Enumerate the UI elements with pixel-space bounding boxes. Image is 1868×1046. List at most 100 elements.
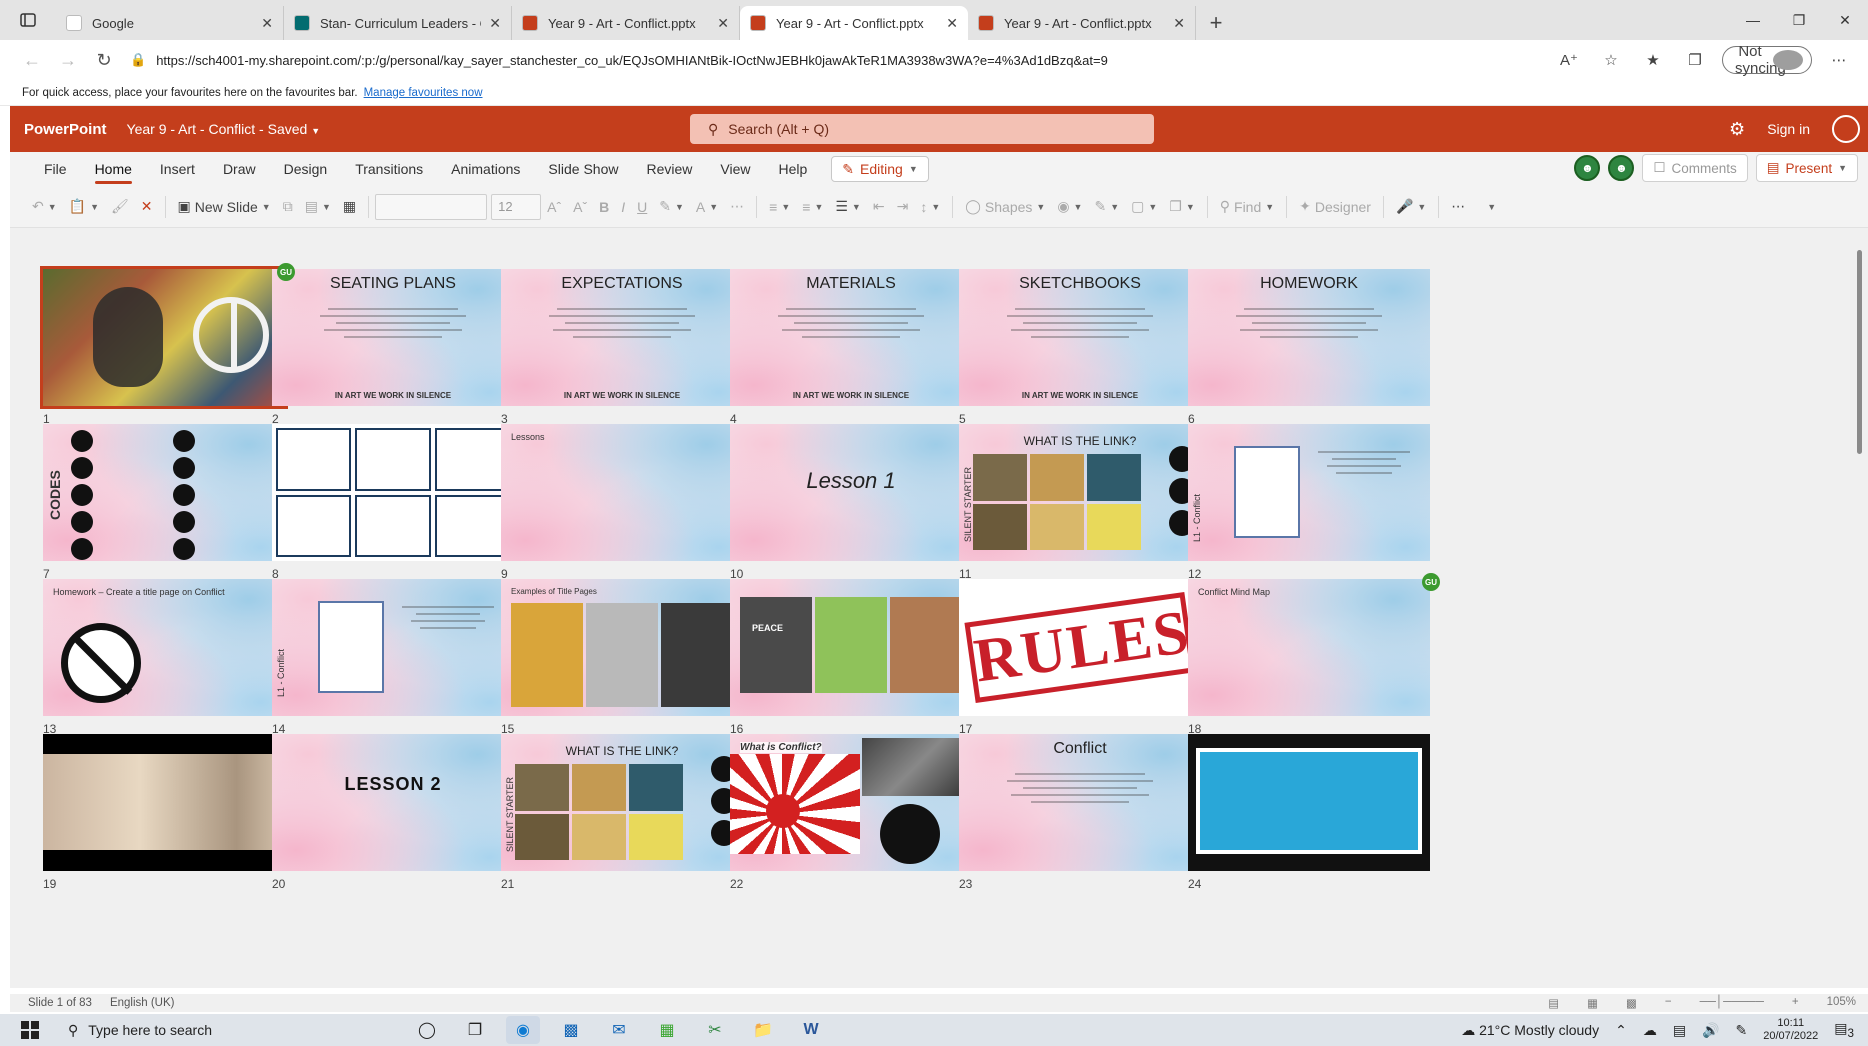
more-options-icon[interactable]: ⋯ bbox=[1824, 51, 1854, 69]
font-size-select[interactable]: 12 bbox=[491, 193, 542, 220]
line-color-icon[interactable]: ✎ ▼ bbox=[1088, 192, 1125, 222]
zoom-in-icon[interactable]: + bbox=[1792, 996, 1799, 1010]
tab-view[interactable]: View bbox=[706, 152, 764, 186]
notes-view-icon[interactable]: ▤ bbox=[1548, 996, 1559, 1010]
volume-icon[interactable]: 🔊 bbox=[1702, 1022, 1719, 1039]
refresh-icon[interactable]: ↻ bbox=[86, 44, 122, 76]
close-tab-icon[interactable]: ✕ bbox=[489, 15, 501, 32]
slide-thumbnail[interactable] bbox=[1188, 734, 1430, 871]
new-tab-button[interactable]: + bbox=[1196, 6, 1236, 40]
tab-review[interactable]: Review bbox=[632, 152, 706, 186]
collaborator-presence-icon[interactable]: ☻ bbox=[1574, 155, 1601, 181]
italic-icon[interactable]: I bbox=[615, 192, 631, 222]
collections-icon[interactable]: ❐ bbox=[1680, 51, 1710, 69]
word-icon[interactable]: W bbox=[794, 1016, 828, 1044]
font-color-icon[interactable]: A ▼ bbox=[690, 192, 724, 222]
browser-tab[interactable]: Year 9 - Art - Conflict.pptx ✕ bbox=[512, 6, 740, 40]
zoom-slider[interactable]: ──│───── bbox=[1700, 996, 1764, 1010]
clock[interactable]: 10:11 20/07/2022 bbox=[1763, 1017, 1818, 1043]
decrease-font-icon[interactable]: Aˇ bbox=[567, 192, 593, 222]
reading-view-icon[interactable]: ▩ bbox=[1626, 996, 1637, 1010]
slide-thumbnail[interactable]: MATERIALS IN ART WE WORK IN SILENCE bbox=[730, 269, 972, 406]
background-icon[interactable]: ▦ bbox=[337, 192, 362, 222]
arrange-icon[interactable]: ❐ ▼ bbox=[1163, 192, 1200, 222]
bold-icon[interactable]: B bbox=[593, 192, 615, 222]
zoom-out-icon[interactable]: − bbox=[1665, 996, 1672, 1010]
numbering-icon[interactable]: ≡ ▼ bbox=[796, 192, 829, 222]
favourite-star-icon[interactable]: ☆ bbox=[1596, 51, 1626, 69]
slide-thumbnail[interactable]: L1 - Conflict bbox=[1188, 424, 1430, 561]
new-slide-button[interactable]: ▣ New Slide ▼ bbox=[172, 192, 277, 222]
profile-sync-button[interactable]: Not syncing bbox=[1722, 43, 1812, 77]
slide-thumbnail[interactable]: Conflict Mind Map bbox=[1188, 579, 1430, 716]
snipping-tool-icon[interactable]: ✂ bbox=[698, 1016, 732, 1044]
slide-thumbnail[interactable]: What is Conflict? bbox=[730, 734, 972, 871]
slide-thumbnail[interactable]: EXPECTATIONS IN ART WE WORK IN SILENCE bbox=[501, 269, 743, 406]
more-font-options-icon[interactable]: ⋯ bbox=[724, 192, 750, 222]
slide-thumbnail[interactable]: LESSON 2 bbox=[272, 734, 514, 871]
tab-design[interactable]: Design bbox=[270, 152, 342, 186]
undo-icon[interactable]: ↶ ▼ bbox=[26, 192, 63, 222]
account-icon[interactable] bbox=[1832, 115, 1860, 143]
delete-icon[interactable]: ✕ bbox=[135, 192, 159, 222]
edge-icon[interactable]: ◉ bbox=[506, 1016, 540, 1044]
close-tab-icon[interactable]: ✕ bbox=[261, 15, 273, 32]
close-tab-icon[interactable]: ✕ bbox=[946, 15, 958, 32]
slide-thumbnail[interactable]: CODES bbox=[43, 424, 285, 561]
slide-thumbnail[interactable] bbox=[272, 424, 514, 561]
restore-icon[interactable]: ❐ bbox=[1776, 0, 1822, 40]
slide-thumbnail[interactable]: L1 - Conflict bbox=[272, 579, 514, 716]
document-title[interactable]: Year 9 - Art - Conflict - Saved ▼ bbox=[127, 121, 321, 137]
onedrive-icon[interactable]: ☁ bbox=[1643, 1022, 1657, 1039]
search-box[interactable]: ⚲ Search (Alt + Q) bbox=[690, 114, 1154, 144]
slide-thumbnail[interactable]: WHAT IS THE LINK? SILENT STARTER bbox=[959, 424, 1201, 561]
present-button[interactable]: ▤ Present ▼ bbox=[1755, 154, 1858, 182]
tab-help[interactable]: Help bbox=[764, 152, 821, 186]
slide-thumbnail[interactable]: Homework – Create a title page on Confli… bbox=[43, 579, 285, 716]
taskbar-search[interactable]: ⚲ Type here to search bbox=[60, 1022, 390, 1039]
browser-tab[interactable]: Year 9 - Art - Conflict.pptx ✕ bbox=[968, 6, 1196, 40]
close-tab-icon[interactable]: ✕ bbox=[717, 15, 729, 32]
designer-button[interactable]: ✦ Designer bbox=[1293, 192, 1377, 222]
tab-draw[interactable]: Draw bbox=[209, 152, 270, 186]
slide-thumbnail[interactable]: PEACE bbox=[730, 579, 972, 716]
start-button[interactable] bbox=[0, 1014, 60, 1046]
settings-icon[interactable]: ⚙ bbox=[1729, 119, 1745, 140]
tab-actions-menu-icon[interactable] bbox=[0, 0, 56, 40]
browser-tab[interactable]: Google ✕ bbox=[56, 6, 284, 40]
underline-icon[interactable]: U bbox=[631, 192, 653, 222]
slide-thumbnail[interactable]: Lessons bbox=[501, 424, 743, 561]
slide-thumbnail[interactable]: WHAT IS THE LINK? SILENT STARTER bbox=[501, 734, 743, 871]
file-explorer-icon[interactable]: 📁 bbox=[746, 1016, 780, 1044]
bullets-icon[interactable]: ≡ ▼ bbox=[763, 192, 796, 222]
read-aloud-icon[interactable]: A⁺ bbox=[1554, 51, 1584, 69]
more-commands-icon[interactable]: ⋯ bbox=[1445, 192, 1471, 222]
shape-style-icon[interactable]: ▢ ▼ bbox=[1125, 192, 1163, 222]
editing-mode-button[interactable]: ✎ Editing ▼ bbox=[831, 156, 929, 182]
tab-transitions[interactable]: Transitions bbox=[341, 152, 437, 186]
chevron-down-icon[interactable]: ▼ bbox=[1838, 163, 1847, 173]
fill-icon[interactable]: ◉ ▼ bbox=[1051, 192, 1088, 222]
browser-tab[interactable]: Year 9 - Art - Conflict.pptx ✕ bbox=[740, 6, 968, 40]
forward-icon[interactable]: → bbox=[50, 44, 86, 76]
highlight-icon[interactable]: ✎ ▼ bbox=[653, 192, 690, 222]
store-icon[interactable]: ▩ bbox=[554, 1016, 588, 1044]
browser-tab[interactable]: Stan- Curriculum Leaders - Creat ✕ bbox=[284, 6, 512, 40]
slide-thumbnail[interactable]: Examples of Title Pages bbox=[501, 579, 743, 716]
zoom-level[interactable]: 105% bbox=[1827, 996, 1856, 1010]
align-icon[interactable]: ☰ ▼ bbox=[829, 192, 866, 222]
tab-insert[interactable]: Insert bbox=[146, 152, 209, 186]
slide-thumbnail[interactable] bbox=[43, 734, 285, 871]
slide-thumbnail[interactable] bbox=[40, 266, 288, 409]
mail-icon[interactable]: ✉ bbox=[602, 1016, 636, 1044]
tray-chevron-icon[interactable]: ⌃ bbox=[1615, 1022, 1627, 1039]
slide-thumbnail[interactable]: RULES bbox=[959, 579, 1201, 716]
increase-font-icon[interactable]: Aˆ bbox=[541, 192, 567, 222]
comments-button[interactable]: ☐ Comments bbox=[1642, 154, 1748, 182]
close-window-icon[interactable]: ✕ bbox=[1822, 0, 1868, 40]
pen-icon[interactable]: ✎ bbox=[1735, 1022, 1747, 1039]
collapse-ribbon-icon[interactable]: ▼ bbox=[1481, 192, 1502, 222]
layout-icon[interactable]: ▤ ▼ bbox=[299, 192, 337, 222]
cortana-icon[interactable]: ◯ bbox=[410, 1016, 444, 1044]
task-view-icon[interactable]: ❐ bbox=[458, 1016, 492, 1044]
